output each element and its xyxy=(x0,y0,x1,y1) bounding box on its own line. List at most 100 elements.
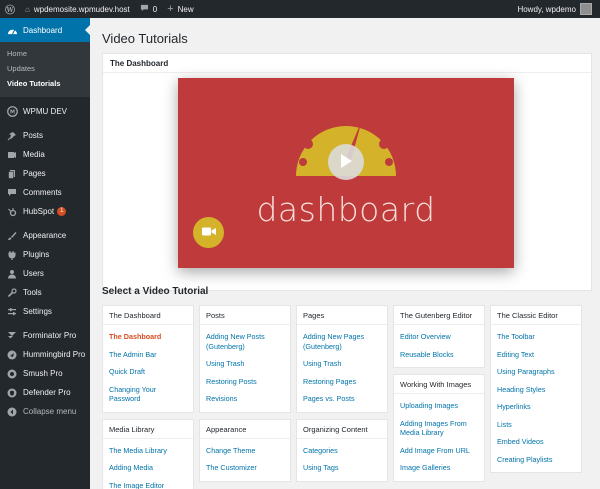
tutorial-link[interactable]: The Admin Bar xyxy=(103,346,193,364)
tutorial-link[interactable]: Uploading Images xyxy=(394,397,484,415)
sidebar-item-label: Media xyxy=(23,150,45,159)
tutorial-column-2: Posts Adding New Posts (Gutenberg) Using… xyxy=(199,305,291,488)
tutorial-link[interactable]: Revisions xyxy=(200,390,290,408)
my-account[interactable]: Howdy, wpdemo xyxy=(512,0,600,18)
card-title: The Classic Editor xyxy=(491,306,581,325)
site-name-link[interactable]: ⌂ wpdemosite.wpmudev.host xyxy=(20,0,135,18)
tutorial-link[interactable]: The Image Editor xyxy=(103,477,193,489)
tutorial-column-3: Pages Adding New Pages (Gutenberg) Using… xyxy=(296,305,388,488)
sidebar-item-smush[interactable]: Smush Pro xyxy=(0,364,90,383)
tutorial-link[interactable]: Change Theme xyxy=(200,442,290,460)
sidebar-item-hubspot[interactable]: HubSpot 1 xyxy=(0,202,90,221)
tutorial-link[interactable]: Changing Your Password xyxy=(103,381,193,408)
tutorial-link[interactable]: Lists xyxy=(491,416,581,434)
tutorial-link[interactable]: Using Trash xyxy=(200,355,290,373)
tutorial-card-organizing-content: Organizing Content Categories Using Tags xyxy=(296,418,388,482)
sidebar-item-tools[interactable]: Tools xyxy=(0,283,90,302)
tutorial-link[interactable]: Creating Playlists xyxy=(491,451,581,469)
home-icon: ⌂ xyxy=(25,4,30,14)
video-player[interactable]: dashboard xyxy=(178,78,514,268)
video-camera-badge xyxy=(193,217,224,248)
tutorial-link[interactable]: Using Paragraphs xyxy=(491,363,581,381)
sidebar-item-comments[interactable]: Comments xyxy=(0,183,90,202)
tutorial-link[interactable]: Heading Styles xyxy=(491,381,581,399)
sidebar-item-label: Users xyxy=(23,269,44,278)
tutorial-link[interactable]: Embed Videos xyxy=(491,433,581,451)
tutorial-card-media-library: Media Library The Media Library Adding M… xyxy=(102,418,194,489)
tutorial-link[interactable]: Using Tags xyxy=(297,459,387,477)
tutorial-link[interactable]: Reusable Blocks xyxy=(394,346,484,364)
collapse-menu-button[interactable]: Collapse menu xyxy=(0,402,90,421)
comments-link[interactable]: 0 xyxy=(135,0,162,18)
tutorial-card-pages: Pages Adding New Pages (Gutenberg) Using… xyxy=(296,305,388,413)
video-camera-icon xyxy=(201,226,217,239)
sidebar-item-label: HubSpot xyxy=(23,207,55,216)
sidebar-item-posts[interactable]: Posts xyxy=(0,126,90,145)
tutorial-link[interactable]: Editor Overview xyxy=(394,328,484,346)
sidebar-item-label: Defender Pro xyxy=(23,388,71,397)
notification-badge: 1 xyxy=(57,207,67,216)
sidebar-item-plugins[interactable]: Plugins xyxy=(0,245,90,264)
dashboard-submenu: Home Updates Video Tutorials xyxy=(0,42,90,97)
tutorial-card-gutenberg-editor: The Gutenberg Editor Editor Overview Reu… xyxy=(393,305,485,368)
tutorial-link[interactable]: Restoring Posts xyxy=(200,373,290,391)
wordpress-logo-icon[interactable]: W xyxy=(0,0,20,18)
admin-bar: W ⌂ wpdemosite.wpmudev.host 0 + New Howd… xyxy=(0,0,600,18)
comment-bubble-icon xyxy=(140,4,149,14)
plugin-icon xyxy=(6,249,18,261)
submenu-home[interactable]: Home xyxy=(0,46,90,61)
tutorial-link[interactable]: Adding New Posts (Gutenberg) xyxy=(200,328,290,355)
card-title: Pages xyxy=(297,306,387,325)
new-content-link[interactable]: + New xyxy=(162,0,198,18)
tutorial-link[interactable]: The Dashboard xyxy=(103,328,193,346)
tutorial-link[interactable]: Pages vs. Posts xyxy=(297,390,387,408)
collapse-arrow-icon xyxy=(6,406,18,418)
sidebar-item-settings[interactable]: Settings xyxy=(0,302,90,321)
sidebar-item-users[interactable]: Users xyxy=(0,264,90,283)
sidebar-item-forminator[interactable]: Forminator Pro xyxy=(0,326,90,345)
card-title: Organizing Content xyxy=(297,420,387,439)
sidebar-item-media[interactable]: Media xyxy=(0,145,90,164)
sidebar-item-pages[interactable]: Pages xyxy=(0,164,90,183)
media-icon xyxy=(6,149,18,161)
tutorial-link[interactable]: The Customizer xyxy=(200,459,290,477)
tutorial-link[interactable]: Adding Images From Media Library xyxy=(394,415,484,442)
smush-icon xyxy=(6,368,18,380)
tutorial-link[interactable]: Hyperlinks xyxy=(491,398,581,416)
tutorial-link[interactable]: Adding Media xyxy=(103,459,193,477)
card-title: The Dashboard xyxy=(103,306,193,325)
avatar xyxy=(580,3,592,15)
tutorial-column-4: The Gutenberg Editor Editor Overview Reu… xyxy=(393,305,485,488)
main-content: Video Tutorials The Dashboard dashboard xyxy=(90,18,600,489)
sidebar-item-label: Forminator Pro xyxy=(23,331,77,340)
tutorial-link[interactable]: Adding New Pages (Gutenberg) xyxy=(297,328,387,355)
video-caption: dashboard xyxy=(256,190,436,229)
tutorial-link[interactable]: Editing Text xyxy=(491,346,581,364)
tutorial-link[interactable]: Using Trash xyxy=(297,355,387,373)
sidebar-item-label: Posts xyxy=(23,131,44,140)
tutorial-link[interactable]: Restoring Pages xyxy=(297,373,387,391)
sidebar-item-hummingbird[interactable]: Hummingbird Pro xyxy=(0,345,90,364)
tutorial-link[interactable]: Quick Draft xyxy=(103,363,193,381)
submenu-updates[interactable]: Updates xyxy=(0,61,90,76)
sidebar-item-label: Comments xyxy=(23,188,62,197)
submenu-video-tutorials[interactable]: Video Tutorials xyxy=(0,76,90,91)
defender-icon xyxy=(6,387,18,399)
sidebar-item-label: Plugins xyxy=(23,250,50,259)
video-player-box: The Dashboard dashboard xyxy=(102,53,592,291)
tutorial-link[interactable]: Categories xyxy=(297,442,387,460)
svg-text:W: W xyxy=(6,6,14,13)
tutorial-link[interactable]: Image Galleries xyxy=(394,459,484,477)
howdy-text: Howdy, wpdemo xyxy=(517,4,576,14)
play-button[interactable] xyxy=(328,144,364,180)
sidebar-item-dashboard[interactable]: Dashboard xyxy=(0,18,90,42)
pin-icon xyxy=(6,130,18,142)
card-title: Appearance xyxy=(200,420,290,439)
tutorial-link[interactable]: Add Image From URL xyxy=(394,442,484,460)
comments-icon xyxy=(6,187,18,199)
tutorial-link[interactable]: The Media Library xyxy=(103,442,193,460)
sidebar-item-appearance[interactable]: Appearance xyxy=(0,226,90,245)
sidebar-item-defender[interactable]: Defender Pro xyxy=(0,383,90,402)
sidebar-item-wpmudev[interactable]: M WPMU DEV xyxy=(0,102,90,121)
tutorial-link[interactable]: The Toolbar xyxy=(491,328,581,346)
